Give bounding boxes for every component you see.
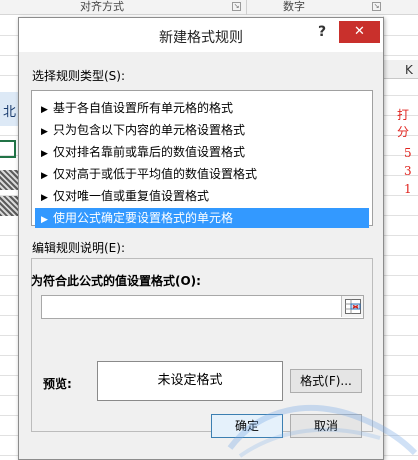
preview-box: 未设定格式 xyxy=(97,361,283,401)
close-button[interactable]: ✕ xyxy=(339,21,380,43)
help-button[interactable]: ? xyxy=(315,24,329,42)
rule-type-item-selected[interactable]: ▶ 使用公式确定要设置格式的单元格 xyxy=(35,208,369,228)
number-launcher-icon[interactable]: ↘ xyxy=(372,2,381,11)
column-letter: K xyxy=(405,63,413,77)
rule-type-item[interactable]: ▶ 只为包含以下内容的单元格设置格式 xyxy=(35,120,369,140)
preview-label: 预览: xyxy=(43,377,72,391)
rule-type-label: 选择规则类型(S): xyxy=(32,69,126,83)
alignment-launcher-icon[interactable]: ↘ xyxy=(232,2,241,11)
ribbon-bar: 对齐方式 ↘ 数字 ↘ xyxy=(0,0,418,15)
rule-type-text: 仅对排名靠前或靠后的数值设置格式 xyxy=(53,145,246,159)
sheet-cell-value-2[interactable]: 3 xyxy=(404,164,412,178)
triangle-right-icon: ▶ xyxy=(41,171,48,181)
sheet-cell-value-1[interactable]: 5 xyxy=(404,146,412,160)
ok-button[interactable]: 确定 xyxy=(211,414,283,438)
triangle-right-icon: ▶ xyxy=(41,149,48,159)
new-format-rule-dialog: 新建格式规则 ? ✕ 选择规则类型(S): ▶ 基于各自值设置所有单元格的格式 ▶… xyxy=(18,17,384,460)
triangle-right-icon: ▶ xyxy=(41,105,48,115)
rule-type-item[interactable]: ▶ 仅对排名靠前或靠后的数值设置格式 xyxy=(35,142,369,162)
rule-type-text: 仅对高于或低于平均值的数值设置格式 xyxy=(53,167,258,181)
range-picker-button[interactable] xyxy=(341,296,363,317)
sheet-cell-value-3[interactable]: 1 xyxy=(404,182,412,196)
rule-type-text: 只为包含以下内容的单元格设置格式 xyxy=(53,123,246,137)
triangle-right-icon: ▶ xyxy=(41,127,48,137)
rule-type-text: 仅对唯一值或重复值设置格式 xyxy=(53,189,210,203)
formula-label: 为符合此公式的值设置格式(O): xyxy=(31,274,201,288)
rule-type-text: 基于各自值设置所有单元格的格式 xyxy=(53,101,234,115)
rule-type-item[interactable]: ▶ 仅对唯一值或重复值设置格式 xyxy=(35,186,369,206)
active-cell-border xyxy=(0,140,16,158)
rule-type-text: 使用公式确定要设置格式的单元格 xyxy=(53,211,234,225)
rule-type-list[interactable]: ▶ 基于各自值设置所有单元格的格式 ▶ 只为包含以下内容的单元格设置格式 ▶ 仅对排名… xyxy=(31,90,373,228)
rule-type-item[interactable]: ▶ 仅对高于或低于平均值的数值设置格式 xyxy=(35,164,369,184)
triangle-right-icon: ▶ xyxy=(41,193,48,203)
format-button[interactable]: 格式(F)... xyxy=(290,369,362,393)
cancel-button[interactable]: 取消 xyxy=(290,414,362,438)
sheet-cell-score-header[interactable]: 打分 xyxy=(397,106,418,140)
sheet-header-text: 北 xyxy=(3,105,17,120)
edit-description-label: 编辑规则说明(E): xyxy=(32,241,125,255)
rule-type-item[interactable]: ▶ 基于各自值设置所有单元格的格式 xyxy=(35,98,369,118)
formula-input[interactable] xyxy=(41,295,364,319)
range-picker-icon xyxy=(345,299,361,314)
ribbon-group-alignment: 对齐方式 xyxy=(80,0,124,13)
dialog-titlebar[interactable]: 新建格式规则 ? ✕ xyxy=(19,18,383,52)
ribbon-separator xyxy=(246,0,247,15)
ribbon-group-number: 数字 xyxy=(283,0,305,13)
triangle-right-icon: ▶ xyxy=(41,215,48,225)
